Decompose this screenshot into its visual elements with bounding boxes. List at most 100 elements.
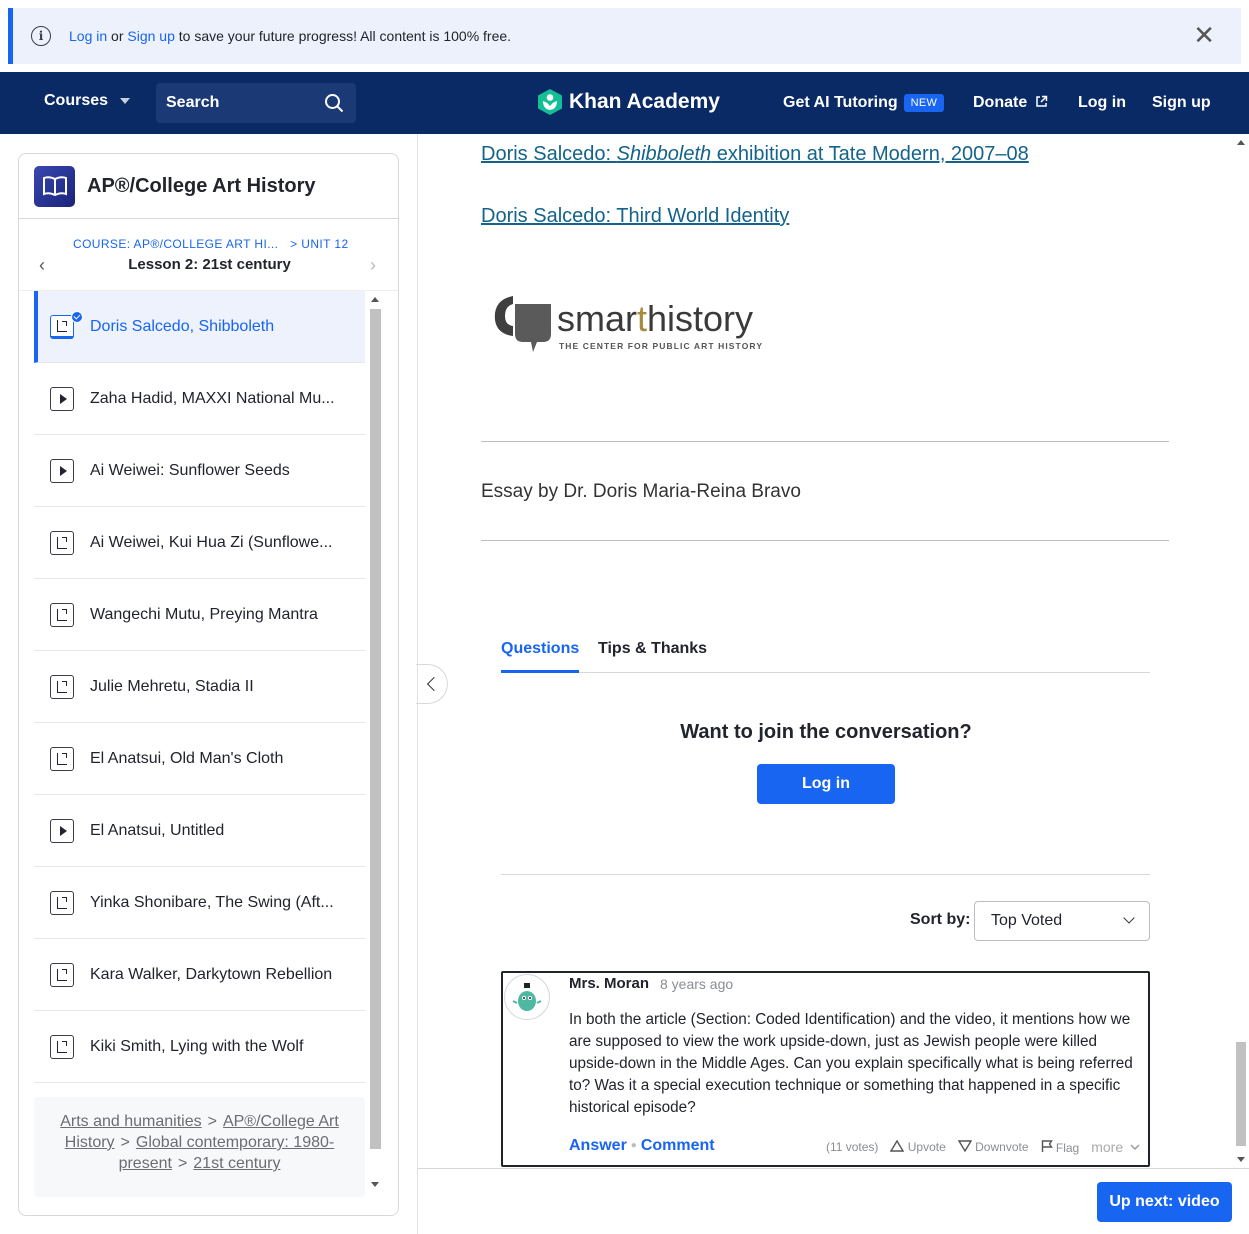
upvote-icon [890, 1139, 905, 1152]
article-icon [50, 602, 74, 627]
list-item-label: El Anatsui, Untitled [90, 821, 225, 839]
banner-login-link[interactable]: Log in [69, 28, 107, 44]
breadcrumb-separator: > [120, 1134, 130, 1151]
list-item[interactable]: El Anatsui, Untitled [34, 795, 365, 867]
divider [481, 540, 1169, 541]
course-unit-breadcrumb: COURSE: AP®/COLLEGE ART HI... > UNIT 12 [73, 237, 349, 251]
list-item[interactable]: Zaha Hadid, MAXXI National Mu... [34, 363, 365, 435]
comment-actions: Answer ● Comment [569, 1137, 715, 1155]
page-scrollbar[interactable] [1233, 134, 1249, 1168]
link1-post: exhibition at Tate Modern, 2007–08 [711, 143, 1029, 165]
ai-tutoring-link[interactable]: Get AI Tutoring NEW [783, 94, 945, 112]
tab-tips-thanks[interactable]: Tips & Thanks [598, 640, 707, 658]
tab-questions[interactable]: Questions [501, 640, 580, 673]
logo-word-1: smar [557, 298, 637, 339]
sidebar-scrollbar[interactable] [369, 291, 381, 1203]
scroll-up-icon[interactable] [371, 297, 379, 302]
up-next-button[interactable]: Up next: video [1097, 1182, 1232, 1222]
banner-signup-link[interactable]: Sign up [127, 28, 174, 44]
scroll-down-icon[interactable] [371, 1182, 379, 1187]
more-button[interactable]: more [1091, 1139, 1140, 1155]
course-crumb-link[interactable]: COURSE: AP®/COLLEGE ART HI... [73, 237, 278, 251]
discussion-tabs: Questions Tips & Thanks [501, 636, 1150, 673]
course-header[interactable]: AP®/College Art History [19, 154, 398, 219]
tate-modern-exhibition-link[interactable]: Doris Salcedo: Shibboleth exhibition at … [481, 143, 1029, 166]
upvote-button[interactable]: Upvote [890, 1139, 946, 1154]
logo-tagline: THE CENTER FOR PUBLIC ART HISTORY [559, 341, 763, 351]
khan-academy-logo[interactable]: Khan Academy [537, 88, 720, 116]
link1-pre: Doris Salcedo: [481, 143, 617, 165]
banner-or-text: or [111, 28, 124, 44]
link1-em: Shibboleth [616, 143, 712, 165]
list-item[interactable]: Ai Weiwei, Kui Hua Zi (Sunflowe... [34, 507, 365, 579]
svg-text:smarthistory: smarthistory [557, 298, 753, 339]
list-item-label: Kara Walker, Darkytown Rebellion [90, 965, 333, 983]
nav-signup-link[interactable]: Sign up [1152, 94, 1211, 112]
list-item-label: Doris Salcedo, Shibboleth [90, 317, 275, 335]
sort-label: Sort by: [910, 911, 971, 928]
breadcrumb-arts-humanities[interactable]: Arts and humanities [60, 1113, 201, 1130]
breadcrumb-lesson[interactable]: 21st century [193, 1155, 280, 1172]
flag-icon [1041, 1139, 1053, 1152]
article-icon [50, 530, 74, 555]
downvote-button[interactable]: Downvote [957, 1140, 1029, 1154]
banner-rest-text: to save your future progress! All conten… [178, 28, 512, 44]
downvote-icon [957, 1140, 973, 1153]
video-icon [50, 818, 74, 843]
vote-count: (11 votes) [825, 1140, 879, 1154]
divider [481, 441, 1169, 442]
khan-logo-icon [538, 89, 562, 115]
flag-button[interactable]: Flag [1041, 1139, 1079, 1155]
donate-link[interactable]: Donate [973, 94, 1048, 112]
list-item[interactable]: Ai Weiwei: Sunflower Seeds [34, 435, 365, 507]
upvote-label: Upvote [907, 1140, 946, 1154]
logo-text: Khan Academy [569, 90, 720, 113]
list-item[interactable]: El Anatsui, Old Man's Cloth [34, 723, 365, 795]
third-world-identity-link[interactable]: Doris Salcedo: Third World Identity [481, 205, 789, 228]
comment-link[interactable]: Comment [641, 1137, 715, 1154]
list-item[interactable]: Yinka Shonibare, The Swing (Aft... [34, 867, 365, 939]
divider [501, 874, 1150, 875]
courses-label: Courses [44, 92, 109, 109]
login-button[interactable]: Log in [757, 764, 895, 804]
list-item-label: Ai Weiwei: Sunflower Seeds [90, 461, 290, 479]
answer-link[interactable]: Answer [569, 1137, 627, 1154]
list-item[interactable]: Kiki Smith, Lying with the Wolf [34, 1011, 365, 1083]
sort-value: Top Voted [991, 912, 1063, 929]
more-label: more [1091, 1139, 1124, 1155]
lesson-list: Doris Salcedo, Shibboleth Zaha Hadid, MA… [34, 291, 365, 1084]
list-item-label: El Anatsui, Old Man's Cloth [90, 749, 284, 767]
video-icon [50, 458, 74, 483]
completed-check-icon [71, 311, 83, 323]
comment-body: In both the article (Section: Coded Iden… [569, 1011, 1133, 1116]
scrollbar-thumb[interactable] [1236, 1042, 1246, 1146]
scroll-down-icon[interactable] [1237, 1157, 1245, 1162]
smarthistory-logo: smarthistory THE CENTER FOR PUBLIC ART H… [494, 296, 763, 352]
chevron-down-icon [1130, 1144, 1140, 1150]
unit-crumb-link[interactable]: > UNIT 12 [290, 237, 348, 251]
search-input[interactable]: Search [156, 83, 356, 123]
comment-author[interactable]: Mrs. Moran [569, 975, 649, 992]
list-item-label: Ai Weiwei, Kui Hua Zi (Sunflowe... [90, 533, 333, 551]
logo-word-2: t [637, 298, 647, 339]
chevron-right-icon[interactable]: › [370, 255, 376, 276]
new-badge: NEW [903, 94, 945, 112]
breadcrumb-separator: > [177, 1155, 188, 1172]
donate-label: Donate [973, 94, 1028, 111]
sort-select[interactable]: Top Voted [974, 901, 1150, 941]
close-icon[interactable]: ✕ [1193, 22, 1215, 48]
lesson-navigator: ‹ COURSE: AP®/COLLEGE ART HI... > UNIT 1… [19, 219, 398, 291]
article-icon [50, 1034, 74, 1059]
essay-author: Essay by Dr. Doris Maria-Reina Bravo [481, 481, 801, 502]
comment-timestamp: 8 years ago [660, 976, 734, 992]
list-item[interactable]: Doris Salcedo, Shibboleth [34, 291, 365, 363]
list-item[interactable]: Wangechi Mutu, Preying Mantra [34, 579, 365, 651]
list-item[interactable]: Julie Mehretu, Stadia II [34, 651, 365, 723]
chevron-down-icon [120, 98, 131, 104]
avatar[interactable] [504, 974, 550, 1020]
scroll-up-icon[interactable] [1237, 140, 1245, 145]
courses-menu-button[interactable]: Courses [44, 92, 131, 110]
scrollbar-thumb[interactable] [370, 309, 381, 1149]
list-item[interactable]: Kara Walker, Darkytown Rebellion [34, 939, 365, 1011]
nav-login-link[interactable]: Log in [1078, 94, 1126, 112]
